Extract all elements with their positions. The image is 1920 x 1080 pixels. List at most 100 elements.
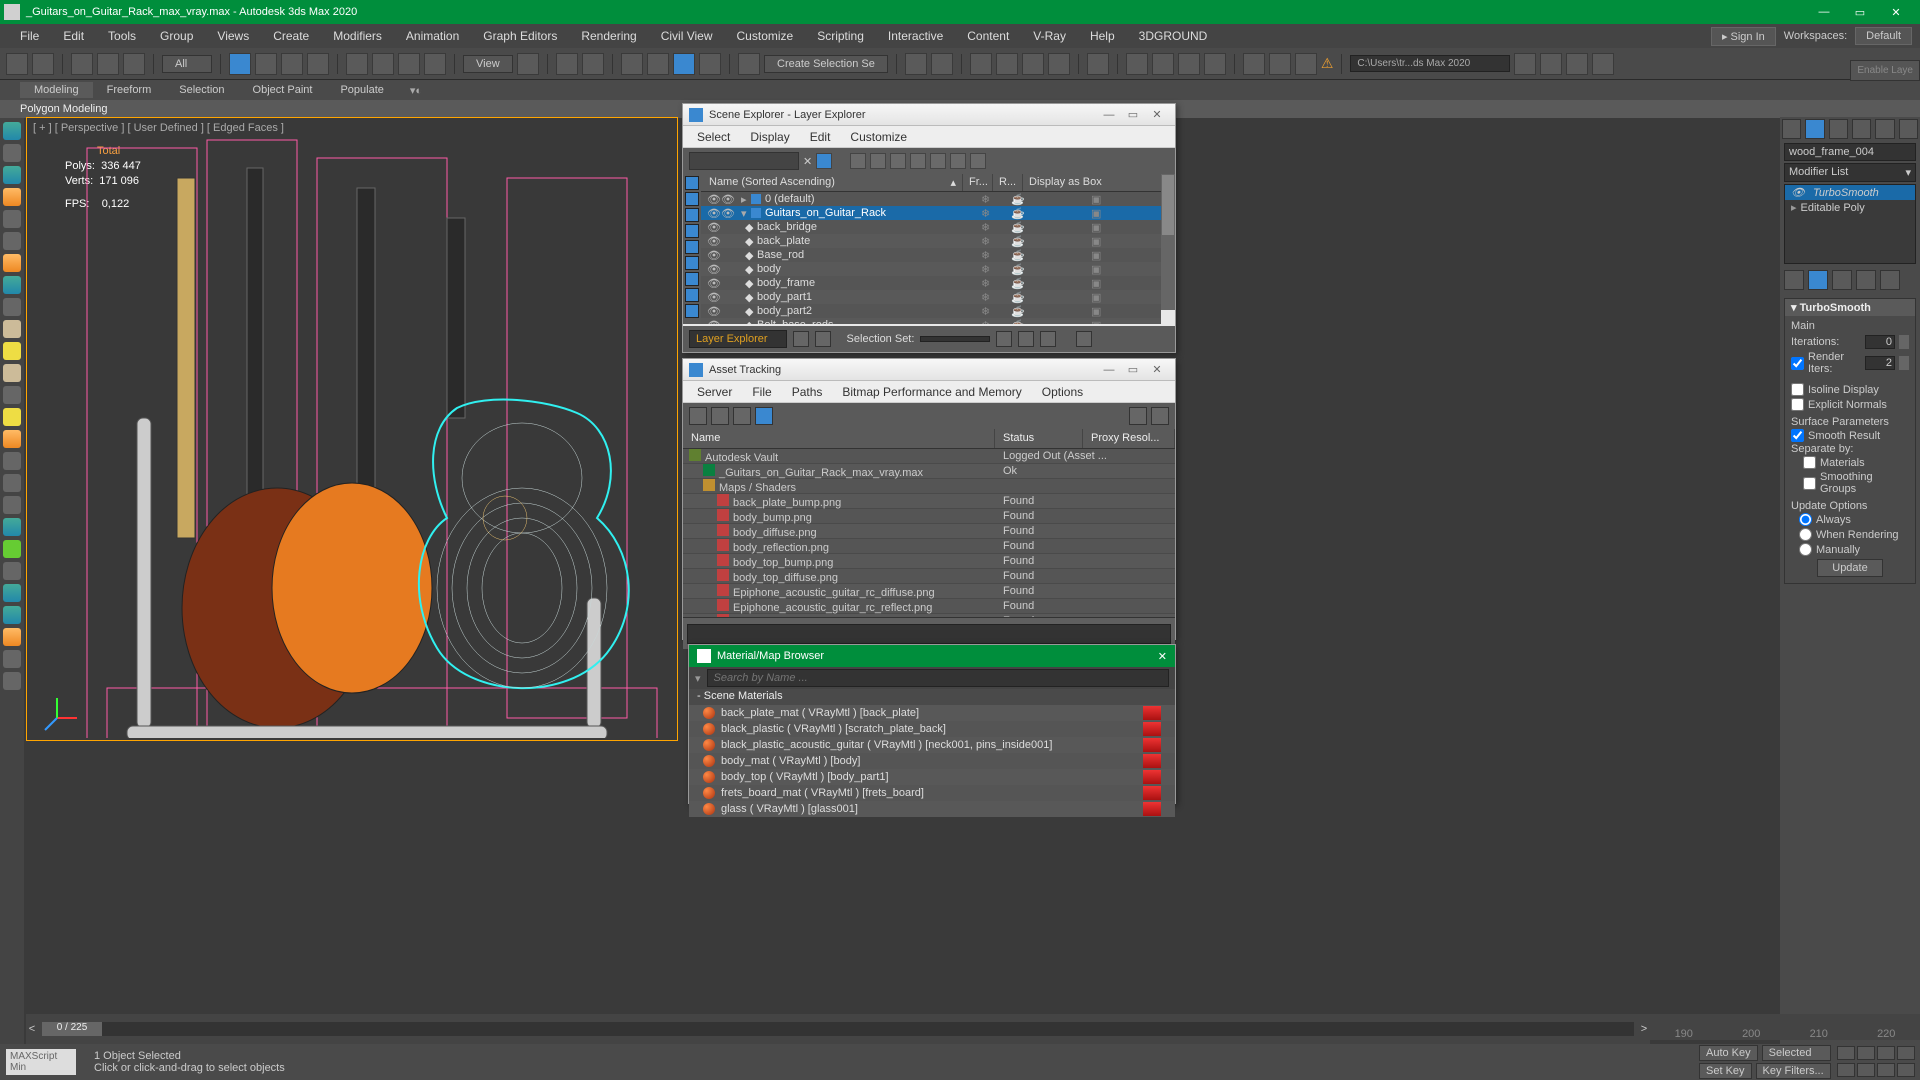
lt-connect-icon[interactable]	[3, 474, 21, 492]
asset-minimize-icon[interactable]: —	[1097, 364, 1121, 376]
lt-window-icon[interactable]	[3, 672, 21, 690]
path-btn-3[interactable]	[1566, 53, 1588, 75]
scene-tb-5[interactable]	[950, 153, 966, 169]
menu-vray[interactable]: V-Ray	[1021, 29, 1078, 43]
scene-bottom-tb-3[interactable]	[996, 331, 1012, 347]
asset-menu-options[interactable]: Options	[1032, 385, 1093, 399]
modifier-list-dropdown[interactable]: Modifier List▾	[1784, 163, 1916, 182]
manipulate-button[interactable]	[556, 53, 578, 75]
lt-cylinder-icon[interactable]	[3, 232, 21, 250]
nav-orbit-button[interactable]	[1877, 1063, 1895, 1077]
scene-scrollbar[interactable]	[1161, 174, 1175, 310]
vray-toolbar-btn-3[interactable]	[1295, 53, 1317, 75]
keyfilters-button[interactable]: Key Filters...	[1756, 1063, 1831, 1079]
scene-filter-2[interactable]	[685, 192, 699, 206]
link-button[interactable]	[71, 53, 93, 75]
ribbon-tab-modeling[interactable]: Modeling	[20, 82, 93, 98]
scene-filter-1[interactable]	[685, 176, 699, 190]
scene-minimize-icon[interactable]: —	[1097, 109, 1121, 121]
scene-header-render[interactable]: R...	[993, 174, 1023, 191]
scene-menu-select[interactable]: Select	[687, 130, 740, 144]
menu-group[interactable]: Group	[148, 29, 205, 43]
menu-interactive[interactable]: Interactive	[876, 29, 955, 43]
stack-remove-button[interactable]	[1856, 270, 1876, 290]
isoline-checkbox[interactable]	[1791, 383, 1804, 396]
rollout-turbosmooth-header[interactable]: ▾ TurboSmooth	[1785, 299, 1915, 316]
scene-row[interactable]: 👁◆body_part2❄☕▣	[701, 304, 1161, 318]
redo-button[interactable]	[32, 53, 54, 75]
asset-tb-list[interactable]	[711, 407, 729, 425]
scene-row[interactable]: 👁◆body❄☕▣	[701, 262, 1161, 276]
nav-zoom-all-button[interactable]	[1857, 1046, 1875, 1060]
scale-button[interactable]	[398, 53, 420, 75]
smooth-result-checkbox[interactable]	[1791, 429, 1804, 442]
materials-checkbox[interactable]	[1803, 456, 1816, 469]
align-button[interactable]	[931, 53, 953, 75]
menu-customize[interactable]: Customize	[725, 29, 806, 43]
window-crossing-button[interactable]	[307, 53, 329, 75]
asset-menu-file[interactable]: File	[742, 385, 781, 399]
menu-3dground[interactable]: 3DGROUND	[1127, 29, 1220, 43]
asset-tb-refresh[interactable]	[1129, 407, 1147, 425]
scene-tb-4[interactable]	[930, 153, 946, 169]
nav-zoom-button[interactable]	[1837, 1046, 1855, 1060]
asset-header-name[interactable]: Name	[683, 429, 995, 448]
selection-set-dropdown[interactable]	[920, 336, 990, 342]
warning-icon[interactable]: ⚠	[1321, 55, 1334, 72]
path-btn-4[interactable]	[1592, 53, 1614, 75]
menu-rendering[interactable]: Rendering	[569, 29, 648, 43]
placement-button[interactable]	[424, 53, 446, 75]
asset-tb-tree[interactable]	[689, 407, 707, 425]
scene-lock-icon[interactable]	[850, 153, 866, 169]
render-setup-button[interactable]	[1126, 53, 1148, 75]
material-row[interactable]: glass ( VRayMtl ) [glass001]	[689, 801, 1175, 817]
scene-filter-8[interactable]	[685, 288, 699, 302]
scene-menu-customize[interactable]: Customize	[840, 130, 917, 144]
stack-editable-poly[interactable]: ▸Editable Poly	[1785, 200, 1915, 215]
lt-torus-icon[interactable]	[3, 276, 21, 294]
scene-row[interactable]: 👁👁▸0 (default)❄☕▣	[701, 192, 1161, 206]
nav-zoom-extents-all-button[interactable]	[1897, 1046, 1915, 1060]
asset-close-icon[interactable]: ✕	[1145, 363, 1169, 376]
scene-tb-1[interactable]	[870, 153, 886, 169]
workspace-dropdown[interactable]: Default	[1855, 27, 1912, 45]
iterations-spinner[interactable]	[1899, 335, 1909, 349]
signin-button[interactable]: ▸ Sign In	[1711, 27, 1776, 46]
cp-hierarchy-tab[interactable]	[1829, 119, 1848, 139]
mat-search-collapse-icon[interactable]: ▾	[695, 672, 701, 685]
scene-tb-6[interactable]	[970, 153, 986, 169]
stack-turbosmooth[interactable]: 👁TurboSmooth	[1785, 185, 1915, 200]
stack-pin-button[interactable]	[1784, 270, 1804, 290]
vray-toolbar-btn-1[interactable]	[1243, 53, 1265, 75]
asset-menu-paths[interactable]: Paths	[782, 385, 833, 399]
scene-row[interactable]: 👁◆Base_rod❄☕▣	[701, 248, 1161, 262]
scene-header-name[interactable]: Name (Sorted Ascending) ▴	[703, 174, 963, 191]
spinner-snap-button[interactable]	[699, 53, 721, 75]
rendered-frame-button[interactable]	[1152, 53, 1174, 75]
menu-modifiers[interactable]: Modifiers	[321, 29, 394, 43]
setkey-button[interactable]: Set Key	[1699, 1063, 1752, 1079]
layer-explorer-button[interactable]	[970, 53, 992, 75]
object-name-field[interactable]: wood_frame_004	[1784, 143, 1916, 161]
scene-filter-icon[interactable]	[816, 153, 832, 169]
edit-named-sel-button[interactable]	[738, 53, 760, 75]
menu-animation[interactable]: Animation	[394, 29, 471, 43]
material-editor-button[interactable]	[1087, 53, 1109, 75]
asset-row[interactable]: back_plate_bump.pngFound	[683, 494, 1175, 509]
asset-row[interactable]: body_diffuse.pngFound	[683, 524, 1175, 539]
update-manually-radio[interactable]	[1799, 543, 1812, 556]
asset-row[interactable]: Epiphone_acoustic_guitar_wf_diffuse2.png…	[683, 614, 1175, 617]
lt-pyramid-icon[interactable]	[3, 298, 21, 316]
scene-row[interactable]: 👁◆back_plate❄☕▣	[701, 234, 1161, 248]
cp-create-tab[interactable]	[1782, 119, 1801, 139]
asset-row[interactable]: Autodesk VaultLogged Out (Asset ...	[683, 449, 1175, 464]
menu-file[interactable]: File	[8, 29, 51, 43]
scene-bottom-tb-1[interactable]	[793, 331, 809, 347]
cp-utilities-tab[interactable]	[1899, 119, 1918, 139]
lt-foliage-icon[interactable]	[3, 562, 21, 580]
scene-menu-display[interactable]: Display	[740, 130, 799, 144]
menu-views[interactable]: Views	[205, 29, 261, 43]
maximize-icon[interactable]: ▭	[1848, 6, 1872, 19]
keyboard-shortcut-button[interactable]	[582, 53, 604, 75]
stack-show-result-button[interactable]	[1808, 270, 1828, 290]
